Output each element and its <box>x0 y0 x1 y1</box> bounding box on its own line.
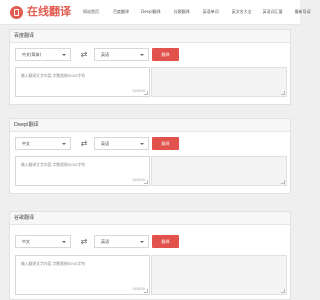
translation-output <box>151 255 287 295</box>
translate-button[interactable]: 翻译 <box>152 137 179 150</box>
panel-controls: 中文 ⇄ 英语 翻译 <box>15 235 285 249</box>
source-language-select[interactable]: 中文 <box>15 235 71 248</box>
target-language-value: 英语 <box>101 239 109 244</box>
input-placeholder: 输入翻译文字内容,字数限制5000字符 <box>21 261 86 266</box>
top-bar: 在线翻译 网站首页 百度翻译 Deepl翻译 谷歌翻译 英语单词 英文名大全 英… <box>0 0 311 25</box>
panel-title: Deepl翻译 <box>10 119 290 132</box>
source-text-input[interactable]: 输入翻译文字内容,字数限制5000字符 0/5000 <box>15 255 150 295</box>
source-language-select[interactable]: 中文(简体) <box>15 48 71 61</box>
target-language-select[interactable]: 英语 <box>94 235 149 248</box>
chevron-down-icon <box>140 54 144 56</box>
panel-title: 谷歌翻译 <box>10 212 290 225</box>
resize-handle-icon[interactable] <box>144 289 148 293</box>
swap-languages-icon[interactable]: ⇄ <box>77 49 91 60</box>
resize-handle-icon[interactable] <box>144 91 148 95</box>
source-language-select[interactable]: 中文 <box>15 137 71 150</box>
chevron-down-icon <box>140 241 144 243</box>
swap-languages-icon[interactable]: ⇄ <box>77 138 91 149</box>
translate-panel-deepl: Deepl翻译 中文 ⇄ 英语 翻译 输入翻译文字内容,字数限制5000字符 0… <box>9 118 291 194</box>
panel-controls: 中文 ⇄ 英语 翻译 <box>15 137 285 151</box>
resize-handle-icon[interactable] <box>281 289 285 293</box>
source-language-value: 中文 <box>22 141 30 146</box>
chevron-down-icon <box>62 143 66 145</box>
nav-item-home[interactable]: 网站首页 <box>83 7 99 19</box>
input-placeholder: 输入翻译文字内容,字数限制5000字符 <box>21 73 86 78</box>
nav-item-deepl[interactable]: Deepl翻译 <box>141 7 161 19</box>
resize-handle-icon[interactable] <box>144 180 148 184</box>
chevron-down-icon <box>140 143 144 145</box>
source-text-input[interactable]: 输入翻译文字内容,字数限制5000字符 0/5000 <box>15 156 150 186</box>
nav-item-latest[interactable]: 最新导读 <box>295 7 311 19</box>
translation-output <box>151 67 287 97</box>
nav-item-baidu[interactable]: 百度翻译 <box>113 7 129 19</box>
translate-panel-baidu: 百度翻译 中文(简体) ⇄ 英语 翻译 输入翻译文字内容,字数限制5000字符 … <box>9 29 291 105</box>
translation-output <box>151 156 287 186</box>
nav-item-words[interactable]: 英语单词 <box>203 7 219 19</box>
resize-handle-icon[interactable] <box>281 180 285 184</box>
nav-item-english-names[interactable]: 英文名大全 <box>232 7 252 19</box>
input-placeholder: 输入翻译文字内容,字数限制5000字符 <box>21 162 86 167</box>
target-language-value: 英语 <box>101 141 109 146</box>
translate-button[interactable]: 翻译 <box>152 235 179 248</box>
target-language-value: 英语 <box>101 52 109 57</box>
logo-text: 在线翻译 <box>27 5 71 18</box>
chevron-down-icon <box>62 241 66 243</box>
panel-title: 百度翻译 <box>10 30 290 43</box>
panel-controls: 中文(简体) ⇄ 英语 翻译 <box>15 48 285 62</box>
translate-button[interactable]: 翻译 <box>152 48 179 61</box>
target-language-select[interactable]: 英语 <box>94 48 149 61</box>
chevron-down-icon <box>62 54 66 56</box>
source-language-value: 中文(简体) <box>22 52 42 57</box>
nav-item-google[interactable]: 谷歌翻译 <box>174 7 190 19</box>
resize-handle-icon[interactable] <box>281 91 285 95</box>
source-language-value: 中文 <box>22 239 30 244</box>
main-nav: 网站首页 百度翻译 Deepl翻译 谷歌翻译 英语单词 英文名大全 英语词汇量 … <box>80 7 311 19</box>
source-text-input[interactable]: 输入翻译文字内容,字数限制5000字符 0/5000 <box>15 67 150 97</box>
translate-panel-google: 谷歌翻译 中文 ⇄ 英语 翻译 输入翻译文字内容,字数限制5000字符 0/50… <box>9 211 291 300</box>
target-language-select[interactable]: 英语 <box>94 137 149 150</box>
nav-item-vocabulary[interactable]: 英语词汇量 <box>263 7 283 19</box>
site-logo[interactable]: 在线翻译 <box>10 5 71 19</box>
logo-icon <box>10 5 23 19</box>
swap-languages-icon[interactable]: ⇄ <box>77 236 91 247</box>
